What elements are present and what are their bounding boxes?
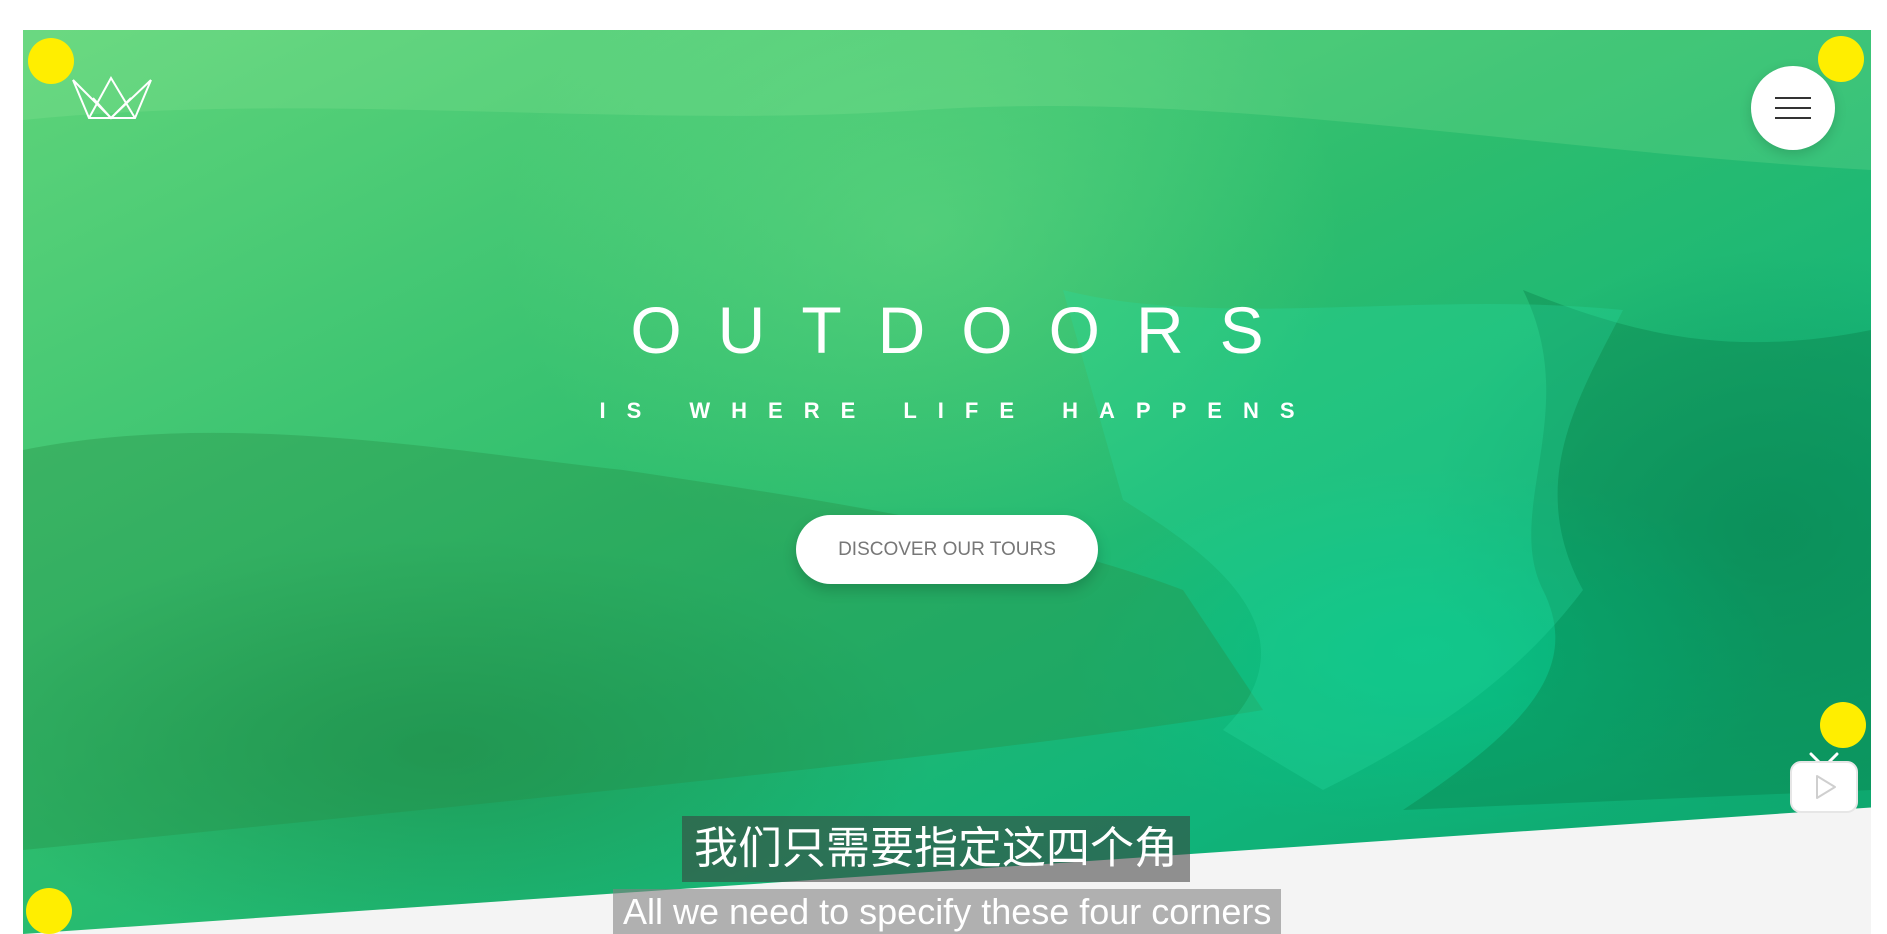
hero-title: OUTDOORS (630, 293, 1300, 367)
crown-logo-icon[interactable] (71, 75, 153, 122)
hero-section: OUTDOORS IS WHERE LIFE HAPPENS DISCOVER … (23, 30, 1871, 934)
hero-subtitle: IS WHERE LIFE HAPPENS (599, 398, 1316, 423)
corner-marker-bottom-left (26, 888, 72, 934)
subtitle-english: All we need to specify these four corner… (613, 889, 1282, 934)
corner-marker-top-left (28, 38, 74, 84)
subtitle-chinese: 我们只需要指定这四个角 (682, 816, 1190, 882)
landscape-shading (23, 30, 1871, 850)
tv-play-icon[interactable] (1789, 752, 1859, 814)
menu-button[interactable] (1751, 66, 1835, 150)
corner-marker-bottom-right (1820, 702, 1866, 748)
hamburger-menu-icon (1775, 97, 1811, 119)
page-frame: OUTDOORS IS WHERE LIFE HAPPENS DISCOVER … (23, 30, 1871, 934)
corner-marker-top-right (1818, 36, 1864, 82)
discover-tours-button[interactable]: DISCOVER OUR TOURS (796, 515, 1098, 584)
